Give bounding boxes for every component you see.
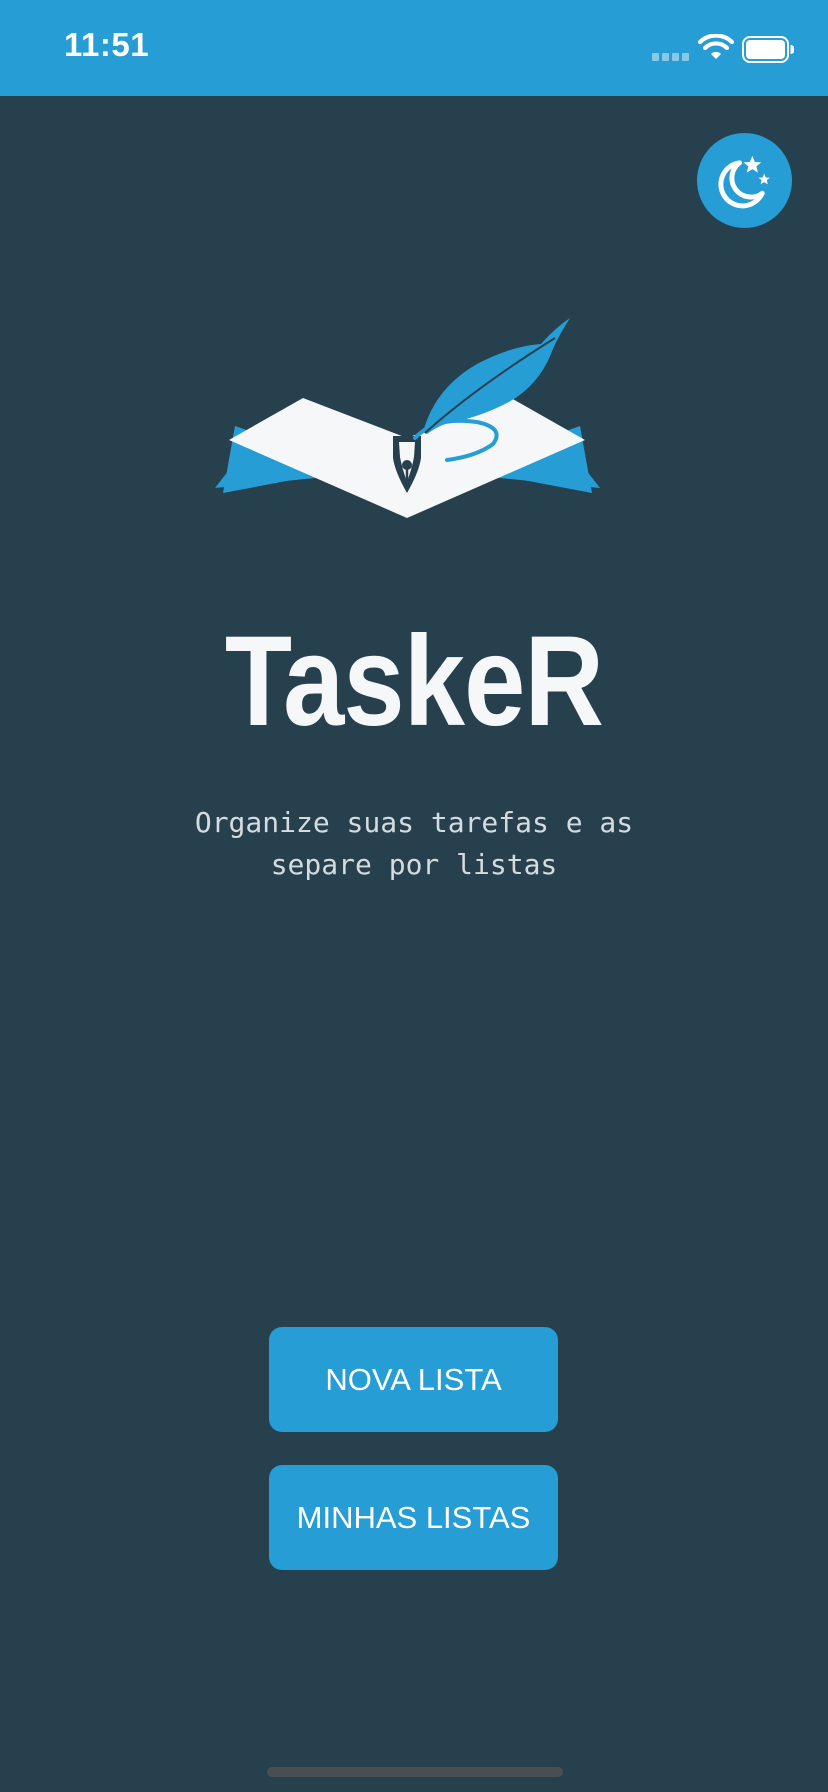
app-subtitle-line-1: Organize suas tarefas e as: [194, 806, 634, 839]
home-indicator[interactable]: [267, 1767, 563, 1777]
status-bar: 11:51: [0, 0, 828, 96]
signal-icon: [652, 53, 690, 61]
theme-toggle-button[interactable]: [697, 133, 792, 228]
app-subtitle-line-2: separe por listas: [270, 848, 558, 881]
open-book-quill-icon: [215, 318, 600, 518]
new-list-button[interactable]: NOVA LISTA: [269, 1327, 558, 1432]
my-lists-button[interactable]: MINHAS LISTAS: [269, 1465, 558, 1570]
moon-stars-icon: [718, 155, 770, 209]
app-title: TaskeR: [224, 610, 604, 753]
app-subtitle: Organize suas tarefas e as separe por li…: [164, 802, 664, 886]
battery-icon: [742, 36, 794, 63]
status-time: 11:51: [64, 26, 150, 63]
wifi-icon: [698, 34, 734, 59]
